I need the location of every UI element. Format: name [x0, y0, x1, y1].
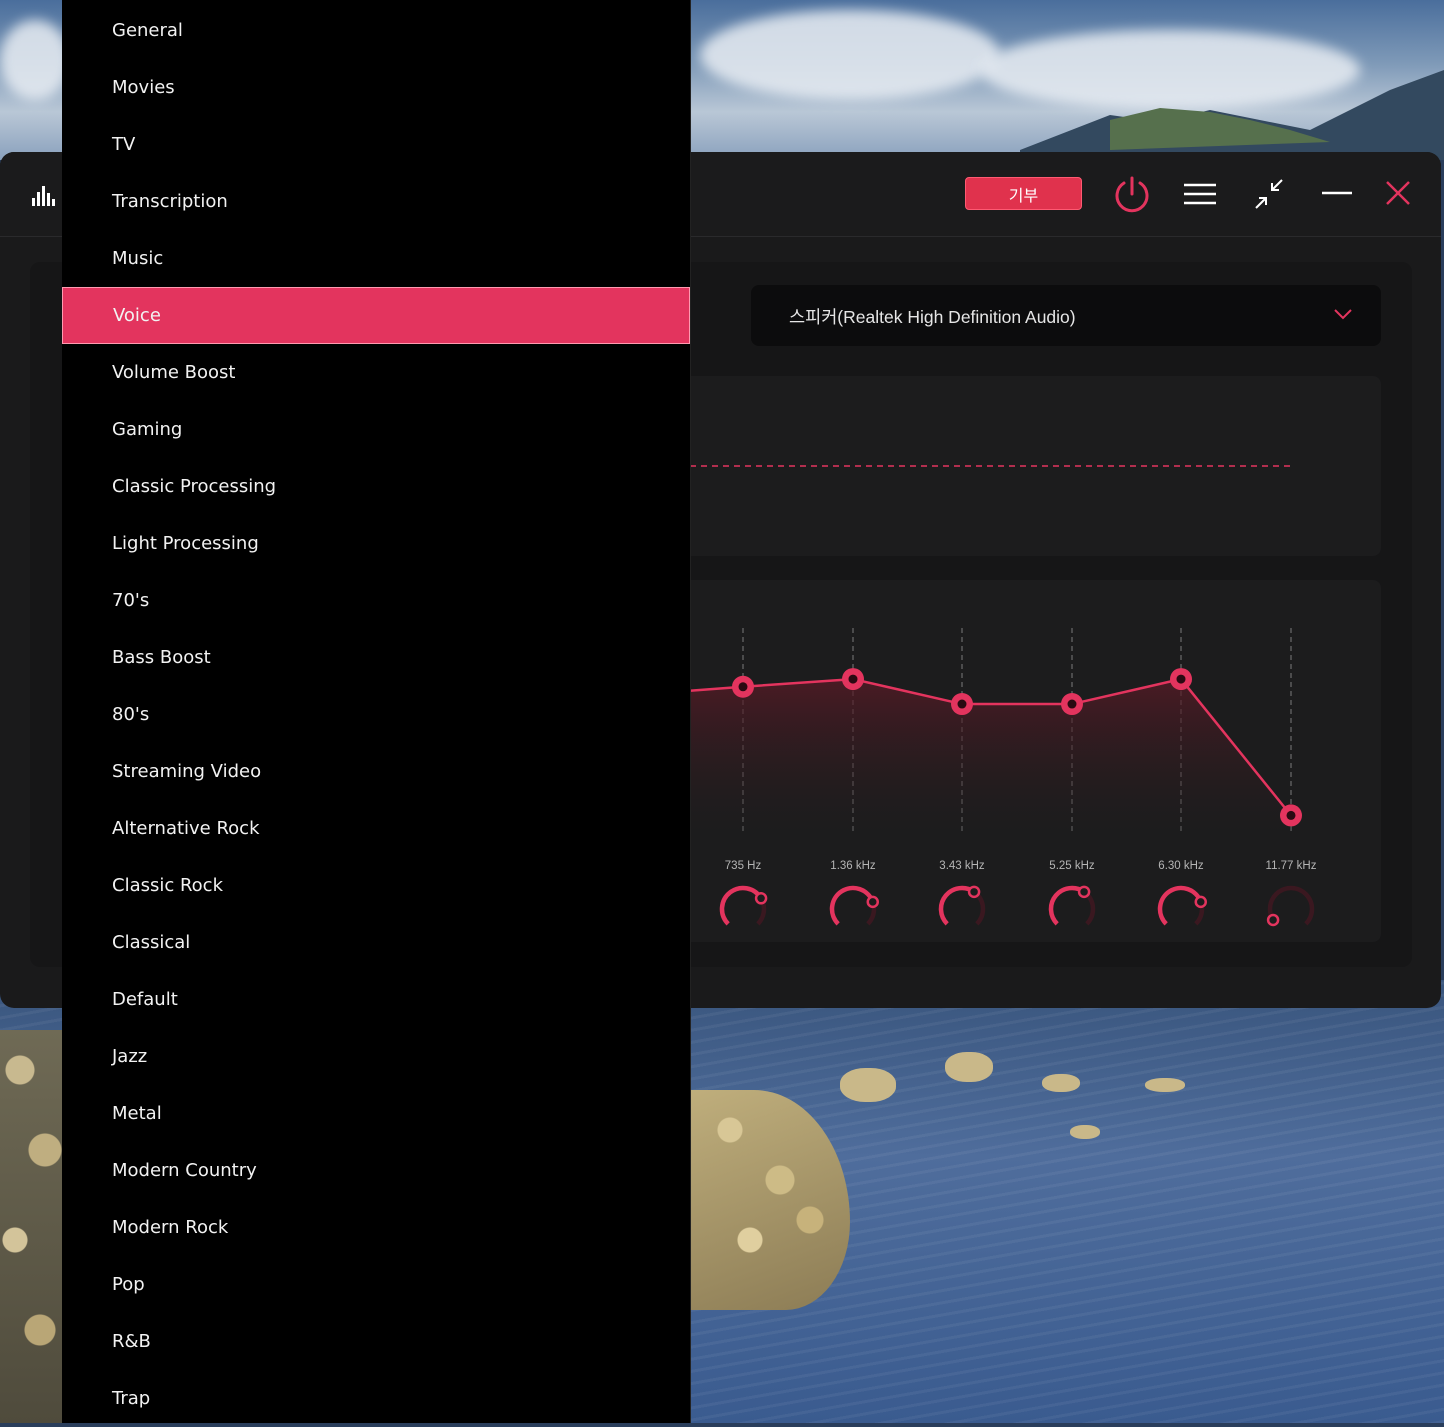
wallpaper-stone: [1042, 1074, 1080, 1092]
eq-band-handle[interactable]: [1280, 804, 1302, 827]
wallpaper-cloud: [0, 20, 70, 100]
preset-item[interactable]: General: [62, 2, 690, 59]
eq-band-handle[interactable]: [732, 675, 754, 698]
power-icon[interactable]: [1112, 174, 1152, 214]
band-gain-knob[interactable]: [716, 882, 770, 936]
chevron-down-icon: [1334, 309, 1352, 320]
preset-item[interactable]: Default: [62, 971, 690, 1028]
preset-item[interactable]: Gaming: [62, 401, 690, 458]
eq-band-handle[interactable]: [1061, 693, 1083, 716]
preset-item[interactable]: Streaming Video: [62, 743, 690, 800]
band-gain-knob[interactable]: [1154, 882, 1208, 936]
wallpaper-rocks: [0, 1030, 70, 1423]
preset-item[interactable]: 70's: [62, 572, 690, 629]
visualizer-level-line: [690, 465, 1295, 467]
wallpaper-stone: [840, 1068, 896, 1102]
preset-dropdown-menu: General Movies TV Transcription Music Voice Vo…: [62, 0, 691, 1423]
band-frequency-label: 5.25 kHz: [1049, 860, 1095, 872]
band-gain-knob[interactable]: [826, 882, 880, 936]
band-frequency-label: 1.36 kHz: [830, 860, 876, 872]
audio-visualizer-panel: [650, 376, 1381, 556]
preset-item[interactable]: Light Processing: [62, 515, 690, 572]
band-gain-knob[interactable]: [1264, 882, 1318, 936]
preset-item[interactable]: Transcription: [62, 173, 690, 230]
output-device-value: 스피커(Realtek High Definition Audio): [789, 307, 1076, 327]
band-gain-knob[interactable]: [1045, 882, 1099, 936]
preset-item[interactable]: Jazz: [62, 1028, 690, 1085]
preset-item[interactable]: Pop: [62, 1256, 690, 1313]
preset-item[interactable]: Alternative Rock: [62, 800, 690, 857]
band-gain-knob[interactable]: [935, 882, 989, 936]
equalizer-graph: [650, 628, 1302, 835]
eq-band-handle[interactable]: [842, 668, 864, 691]
preset-item[interactable]: Voice: [62, 287, 690, 344]
band-frequency-label: 735 Hz: [724, 860, 762, 872]
preset-item[interactable]: Movies: [62, 59, 690, 116]
preset-item[interactable]: Metal: [62, 1085, 690, 1142]
hamburger-menu-icon[interactable]: [1183, 182, 1217, 206]
preset-item[interactable]: Classic Rock: [62, 857, 690, 914]
wallpaper-stone: [945, 1052, 993, 1082]
preset-item[interactable]: TV: [62, 116, 690, 173]
preset-item[interactable]: Music: [62, 230, 690, 287]
wallpaper-mountains: [1020, 70, 1444, 160]
preset-item[interactable]: R&B: [62, 1313, 690, 1370]
wallpaper-stone: [1145, 1078, 1185, 1092]
wallpaper-stone: [1070, 1125, 1100, 1139]
eq-band-handle[interactable]: [951, 693, 973, 716]
preset-item[interactable]: Trap: [62, 1370, 690, 1427]
preset-item[interactable]: Classical: [62, 914, 690, 971]
donate-button[interactable]: 기부: [965, 177, 1082, 210]
close-icon[interactable]: [1385, 180, 1411, 206]
preset-item[interactable]: Classic Processing: [62, 458, 690, 515]
band-frequency-label: 11.77 kHz: [1265, 860, 1317, 872]
preset-item[interactable]: Modern Country: [62, 1142, 690, 1199]
preset-item[interactable]: 80's: [62, 686, 690, 743]
preset-item[interactable]: Bass Boost: [62, 629, 690, 686]
equalizer-logo-icon: [32, 186, 55, 206]
eq-band-handle[interactable]: [1170, 668, 1192, 691]
output-device-select[interactable]: 스피커(Realtek High Definition Audio): [751, 285, 1381, 346]
minimize-icon[interactable]: [1321, 190, 1353, 196]
preset-item[interactable]: Modern Rock: [62, 1199, 690, 1256]
collapse-arrows-icon[interactable]: [1252, 178, 1286, 212]
preset-item[interactable]: Volume Boost: [62, 344, 690, 401]
band-frequency-label: 6.30 kHz: [1158, 860, 1204, 872]
band-frequency-label: 3.43 kHz: [939, 860, 985, 872]
equalizer-panel: 735 Hz 1.36 kHz 3.43 kHz 5.25 kHz 6.30 kHz 11…: [650, 580, 1381, 942]
